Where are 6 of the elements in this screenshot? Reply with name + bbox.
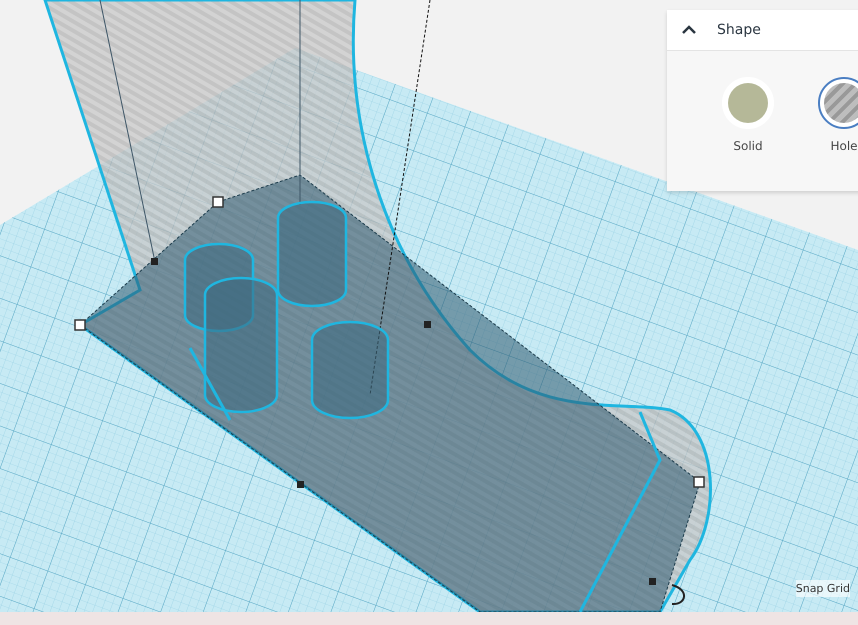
hole-swatch[interactable] [818, 77, 858, 129]
option-label: Solid [733, 139, 763, 153]
caret-icon[interactable] [681, 25, 697, 35]
panel-title: Shape [717, 22, 761, 38]
snap-grid-label[interactable]: Snap Grid [796, 580, 850, 597]
option-label: Hole [830, 139, 858, 153]
